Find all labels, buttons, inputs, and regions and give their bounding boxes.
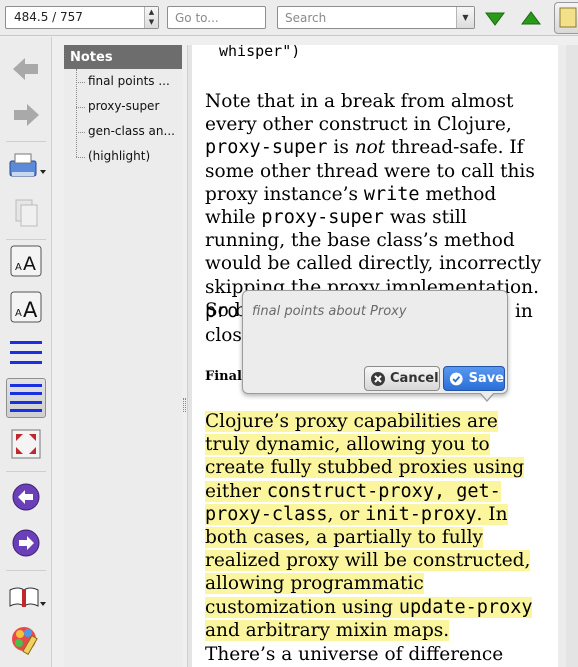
arrow-left-icon [13, 58, 38, 80]
code-run: proxy-super [261, 207, 384, 229]
goto-input[interactable]: Go to... [167, 6, 266, 29]
fullscreen-icon [11, 429, 41, 459]
printer-icon [9, 153, 46, 177]
search-input[interactable]: Search ▼ [277, 6, 475, 29]
notes-item-label: gen-class an... [88, 124, 175, 138]
font-size-increase-icon: A A [10, 291, 42, 323]
spinner-arrows[interactable]: ▲ ▼ [144, 7, 158, 28]
spin-down-icon[interactable]: ▼ [145, 17, 158, 27]
highlighted-paragraph[interactable]: Clojure’s proxy capabilities are truly d… [205, 410, 545, 642]
search-placeholder: Search [285, 11, 327, 25]
notes-item[interactable]: final points ... [64, 69, 182, 94]
popup-pointer-inner [480, 392, 494, 400]
spin-up-icon[interactable]: ▲ [145, 7, 158, 17]
font-smaller-button[interactable]: A A [6, 241, 46, 281]
font-larger-button[interactable]: A A [6, 287, 46, 327]
text-run: is [327, 137, 355, 159]
notes-item[interactable]: (highlight) [64, 144, 182, 169]
text-run: in [515, 301, 533, 322]
cancel-x-icon [371, 371, 385, 386]
code-run: pro [205, 301, 239, 322]
search-next-down-icon[interactable] [483, 6, 507, 30]
paragraph: Note that in a break from almost every o… [205, 90, 545, 322]
notes-item-label: final points ... [88, 74, 170, 88]
text-run: and arbitrary mixin maps. [205, 619, 450, 641]
emphasis-run: not [354, 137, 386, 159]
notes-item[interactable]: gen-class an... [64, 119, 182, 144]
svg-text:A: A [15, 262, 22, 273]
font-size-decrease-icon: A A [10, 245, 42, 277]
preferences-palette-icon [12, 627, 38, 655]
code-run: init-proxy [365, 503, 477, 525]
code-run: write [363, 183, 420, 205]
open-book-icon [9, 587, 46, 607]
next-page-button[interactable] [6, 523, 46, 563]
svg-text:A: A [23, 253, 36, 275]
cancel-button[interactable]: Cancel [364, 366, 440, 391]
paragraph: There’s a universe of difference between [205, 644, 504, 665]
search-dropdown-icon[interactable]: ▼ [456, 7, 474, 28]
svg-text:A: A [15, 308, 22, 319]
code-run: proxy-super [205, 137, 328, 159]
line-spacing-wide-button[interactable] [6, 378, 46, 418]
circle-arrow-left-icon [12, 483, 40, 511]
text-fragment: whisper") [205, 45, 545, 63]
text-fragment: in [515, 300, 545, 323]
preferences-button[interactable] [6, 619, 46, 659]
separator [6, 141, 46, 142]
checkmark-icon [449, 372, 463, 385]
top-toolbar: 484.5 / 757 ▲ ▼ Go to... Search ▼ [0, 0, 578, 36]
separator [6, 471, 46, 472]
copy-button[interactable] [6, 193, 46, 233]
notes-panel: Notes final points ... proxy-super gen-c… [64, 45, 182, 667]
circle-arrow-right-icon [12, 529, 40, 557]
code-fragment: whisper") [219, 45, 301, 60]
note-placeholder: final points about Proxy [252, 304, 407, 319]
note-textarea[interactable]: final points about Proxy [247, 295, 503, 361]
page-position-value[interactable]: 484.5 / 757 [14, 10, 83, 24]
page-position-spinner[interactable]: 484.5 / 757 ▲ ▼ [5, 6, 159, 29]
cancel-label: Cancel [390, 371, 439, 386]
text-run: , or [327, 503, 366, 525]
left-toolbar: A A A A [0, 37, 52, 667]
notes-item-label: proxy-super [88, 99, 160, 113]
notes-item-label: (highlight) [88, 149, 151, 163]
goto-placeholder: Go to... [175, 11, 219, 25]
line-spacing-narrow-button[interactable] [6, 333, 46, 373]
notes-item[interactable]: proxy-super [64, 94, 182, 119]
save-button[interactable]: Save [443, 366, 505, 391]
line-spacing-narrow-icon [10, 341, 42, 364]
separator [6, 570, 46, 571]
text-run: Note that in a break from almost every o… [205, 91, 514, 136]
notes-header: Notes [64, 45, 182, 69]
save-label: Save [468, 371, 504, 386]
back-button[interactable] [6, 49, 46, 89]
svg-text:A: A [23, 298, 38, 322]
vertical-scrollbar[interactable] [558, 45, 566, 667]
arrow-right-icon [14, 104, 39, 126]
code-run: update-proxy [398, 596, 533, 618]
copy-icon [15, 199, 38, 227]
forward-button[interactable] [6, 95, 46, 135]
library-button[interactable] [6, 577, 46, 617]
note-pad-icon [559, 7, 577, 28]
print-button[interactable] [6, 147, 46, 187]
search-previous-up-icon[interactable] [519, 6, 543, 30]
line-spacing-wide-icon [10, 384, 42, 412]
note-editor-popup: final points about Proxy Cancel Save [242, 290, 508, 394]
separator [6, 239, 46, 240]
fullscreen-button[interactable] [6, 424, 46, 464]
reader-window: 484.5 / 757 ▲ ▼ Go to... Search ▼ A A A … [0, 0, 578, 667]
panel-splitter-handle[interactable] [183, 398, 186, 412]
previous-page-button[interactable] [6, 477, 46, 517]
notes-toggle-button[interactable] [554, 2, 578, 34]
